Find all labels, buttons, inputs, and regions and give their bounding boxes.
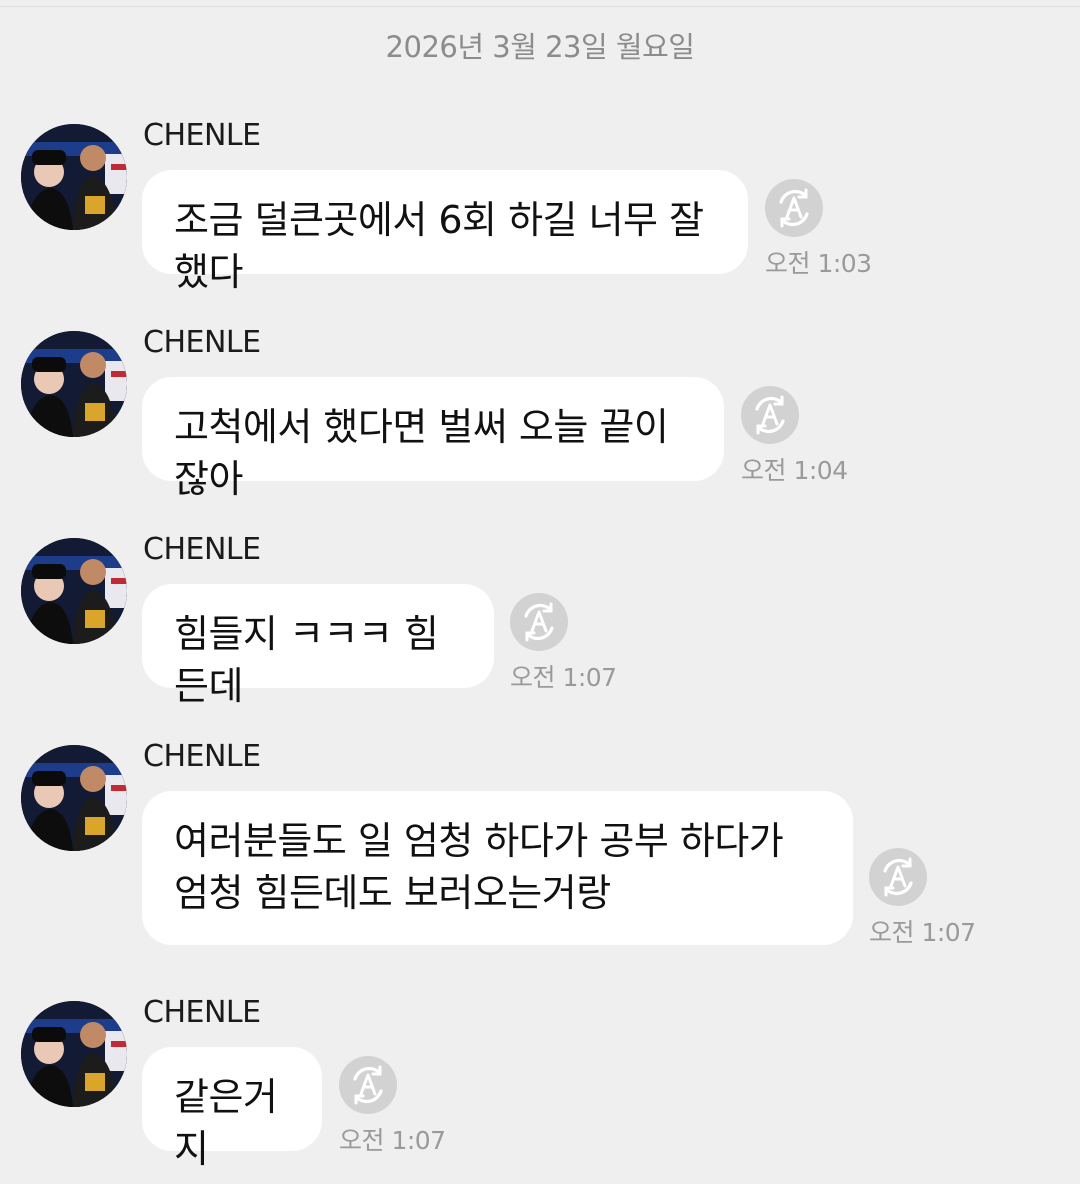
translate-icon: [883, 857, 913, 897]
avatar[interactable]: [21, 745, 127, 851]
message-bubble[interactable]: 힘들지 ㅋㅋㅋ 힘든데: [142, 584, 494, 708]
message-bubble[interactable]: 같은거지: [142, 1047, 322, 1171]
translate-button[interactable]: [741, 386, 799, 444]
sender-name: CHENLE: [143, 325, 261, 360]
translate-button[interactable]: [869, 848, 927, 906]
sender-name: CHENLE: [143, 118, 261, 153]
top-divider: [0, 6, 1080, 7]
sender-name: CHENLE: [143, 739, 261, 774]
translate-button[interactable]: [339, 1056, 397, 1114]
message-bubble[interactable]: 여러분들도 일 엄청 하다가 공부 하다가 엄청 힘든데도 보러오는거랑: [142, 791, 853, 945]
translate-icon: [779, 188, 809, 228]
message-time: 오전 1:03: [765, 249, 872, 278]
message-bubble[interactable]: 고척에서 했다면 벌써 오늘 끝이잖아: [142, 377, 724, 501]
date-separator: 2026년 3월 23일 월요일: [385, 30, 695, 64]
avatar[interactable]: [21, 124, 127, 230]
avatar[interactable]: [21, 331, 127, 437]
translate-icon: [755, 395, 785, 435]
sender-name: CHENLE: [143, 532, 261, 567]
avatar[interactable]: [21, 1001, 127, 1107]
translate-icon: [353, 1065, 383, 1105]
message-time: 오전 1:04: [741, 456, 848, 485]
translate-icon: [524, 602, 554, 642]
message-time: 오전 1:07: [339, 1126, 446, 1155]
sender-name: CHENLE: [143, 995, 261, 1030]
message-time: 오전 1:07: [869, 918, 976, 947]
translate-button[interactable]: [765, 179, 823, 237]
message-bubble[interactable]: 조금 덜큰곳에서 6회 하길 너무 잘했다: [142, 170, 748, 294]
translate-button[interactable]: [510, 593, 568, 651]
message-time: 오전 1:07: [510, 663, 617, 692]
avatar[interactable]: [21, 538, 127, 644]
